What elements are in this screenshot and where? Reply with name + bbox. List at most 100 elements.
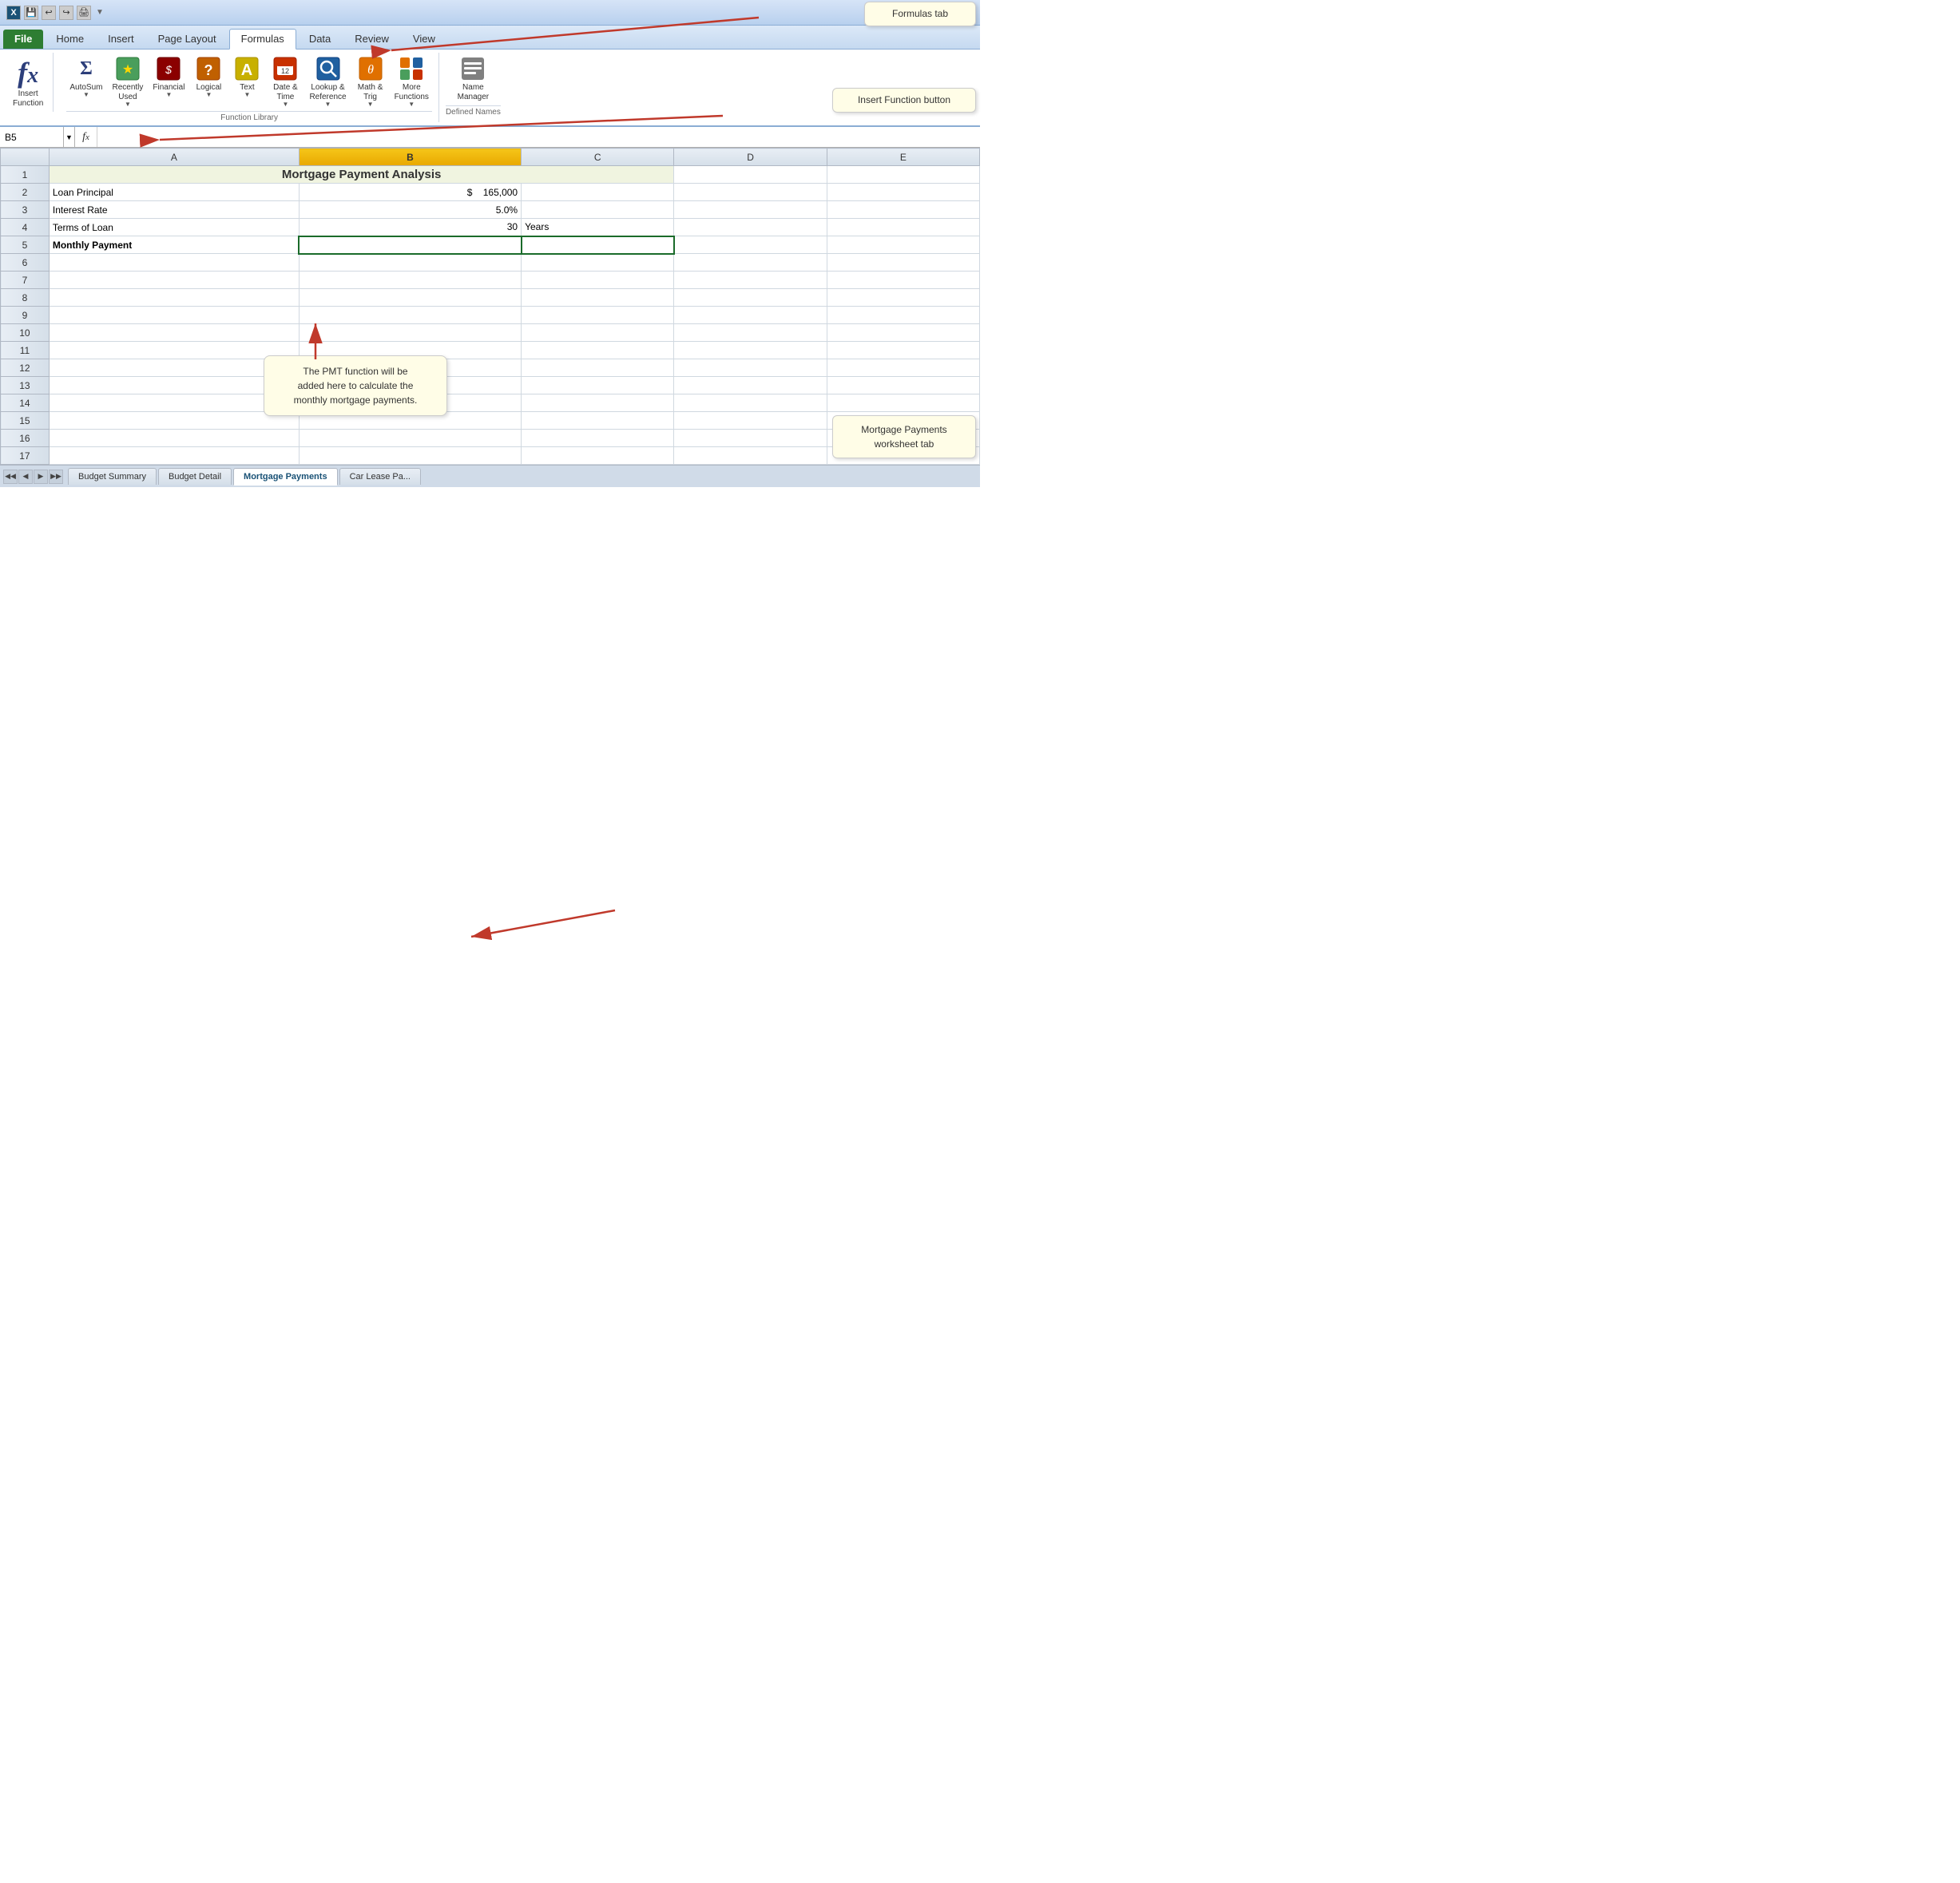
cell-D10[interactable]: [674, 324, 827, 342]
row-header-16[interactable]: 16: [1, 430, 50, 447]
cell-A8[interactable]: [49, 289, 299, 307]
row-header-4[interactable]: 4: [1, 219, 50, 236]
cell-D9[interactable]: [674, 307, 827, 324]
col-header-E[interactable]: E: [827, 149, 979, 166]
cell-B5[interactable]: [299, 236, 521, 254]
cell-A10[interactable]: [49, 324, 299, 342]
row-header-14[interactable]: 14: [1, 394, 50, 412]
cell-A1[interactable]: Mortgage Payment Analysis: [49, 166, 674, 184]
row-header-11[interactable]: 11: [1, 342, 50, 359]
name-manager-button[interactable]: NameManager: [446, 53, 501, 104]
sheet-nav-last[interactable]: ▶▶: [49, 470, 63, 484]
cell-E3[interactable]: [827, 201, 979, 219]
row-header-15[interactable]: 15: [1, 412, 50, 430]
cell-C13[interactable]: [522, 377, 674, 394]
cell-A9[interactable]: [49, 307, 299, 324]
cell-B4[interactable]: 30: [299, 219, 521, 236]
formula-input[interactable]: [97, 127, 980, 147]
cell-E5[interactable]: [827, 236, 979, 254]
cell-D8[interactable]: [674, 289, 827, 307]
cell-C17[interactable]: [522, 447, 674, 465]
tab-formulas[interactable]: Formulas: [229, 29, 296, 50]
save-icon[interactable]: 💾: [24, 6, 38, 20]
cell-E10[interactable]: [827, 324, 979, 342]
col-header-D[interactable]: D: [674, 149, 827, 166]
cell-A17[interactable]: [49, 447, 299, 465]
row-header-8[interactable]: 8: [1, 289, 50, 307]
cell-B16[interactable]: [299, 430, 521, 447]
cell-E1[interactable]: [827, 166, 979, 184]
cell-E11[interactable]: [827, 342, 979, 359]
col-header-B[interactable]: B: [299, 149, 521, 166]
tab-budget-detail[interactable]: Budget Detail: [158, 468, 232, 485]
name-box[interactable]: B5: [0, 127, 64, 147]
cell-D16[interactable]: [674, 430, 827, 447]
insert-function-button[interactable]: fx InsertFunction: [6, 53, 54, 112]
cell-D1[interactable]: [674, 166, 827, 184]
tab-insert[interactable]: Insert: [97, 30, 145, 49]
cell-D15[interactable]: [674, 412, 827, 430]
row-header-6[interactable]: 6: [1, 254, 50, 272]
cell-A12[interactable]: [49, 359, 299, 377]
cell-E4[interactable]: [827, 219, 979, 236]
row-header-10[interactable]: 10: [1, 324, 50, 342]
cell-A7[interactable]: [49, 272, 299, 289]
cell-B7[interactable]: [299, 272, 521, 289]
sheet-nav-next[interactable]: ▶: [34, 470, 48, 484]
cell-A6[interactable]: [49, 254, 299, 272]
cell-C5[interactable]: [522, 236, 674, 254]
cell-C8[interactable]: [522, 289, 674, 307]
cell-B9[interactable]: [299, 307, 521, 324]
cell-E6[interactable]: [827, 254, 979, 272]
cell-C16[interactable]: [522, 430, 674, 447]
cell-C12[interactable]: [522, 359, 674, 377]
cell-A13[interactable]: [49, 377, 299, 394]
cell-A15[interactable]: [49, 412, 299, 430]
cell-D3[interactable]: [674, 201, 827, 219]
cell-E7[interactable]: [827, 272, 979, 289]
tab-car-lease[interactable]: Car Lease Pa...: [339, 468, 421, 485]
logical-dropdown-arrow[interactable]: ▼: [205, 91, 212, 98]
cell-E9[interactable]: [827, 307, 979, 324]
row-header-17[interactable]: 17: [1, 447, 50, 465]
cell-B2[interactable]: $ 165,000: [299, 184, 521, 201]
tab-data[interactable]: Data: [298, 30, 342, 49]
sheet-nav-first[interactable]: ◀◀: [3, 470, 18, 484]
cell-D6[interactable]: [674, 254, 827, 272]
quick-access-more[interactable]: ▼: [96, 8, 104, 17]
date-time-dropdown-arrow[interactable]: ▼: [282, 101, 288, 108]
tab-mortgage-payments[interactable]: Mortgage Payments: [233, 468, 338, 486]
cell-C10[interactable]: [522, 324, 674, 342]
cell-B8[interactable]: [299, 289, 521, 307]
cell-D7[interactable]: [674, 272, 827, 289]
cell-E14[interactable]: [827, 394, 979, 412]
cell-A11[interactable]: [49, 342, 299, 359]
recently-used-button[interactable]: ★ RecentlyUsed ▼: [109, 53, 147, 109]
cell-B6[interactable]: [299, 254, 521, 272]
cell-C14[interactable]: [522, 394, 674, 412]
cell-D14[interactable]: [674, 394, 827, 412]
cell-D13[interactable]: [674, 377, 827, 394]
tab-budget-summary[interactable]: Budget Summary: [68, 468, 157, 485]
text-function-dropdown-arrow[interactable]: ▼: [244, 91, 250, 98]
tab-page-layout[interactable]: Page Layout: [147, 30, 228, 49]
col-header-A[interactable]: A: [49, 149, 299, 166]
math-trig-button[interactable]: θ Math &Trig ▼: [353, 53, 388, 109]
financial-dropdown-arrow[interactable]: ▼: [165, 91, 172, 98]
cell-B17[interactable]: [299, 447, 521, 465]
logical-button[interactable]: ? Logical ▼: [191, 53, 226, 100]
cell-D2[interactable]: [674, 184, 827, 201]
cell-C11[interactable]: [522, 342, 674, 359]
row-header-3[interactable]: 3: [1, 201, 50, 219]
cell-E13[interactable]: [827, 377, 979, 394]
cell-A2[interactable]: Loan Principal: [49, 184, 299, 201]
row-header-13[interactable]: 13: [1, 377, 50, 394]
cell-C3[interactable]: [522, 201, 674, 219]
autosum-button[interactable]: Σ AutoSum ▼: [66, 53, 105, 100]
recently-used-dropdown-arrow[interactable]: ▼: [125, 101, 131, 108]
lookup-reference-button[interactable]: Lookup &Reference ▼: [306, 53, 349, 109]
cell-A3[interactable]: Interest Rate: [49, 201, 299, 219]
cell-C7[interactable]: [522, 272, 674, 289]
more-functions-dropdown-arrow[interactable]: ▼: [408, 101, 415, 108]
date-time-button[interactable]: 12 Date &Time ▼: [268, 53, 303, 109]
